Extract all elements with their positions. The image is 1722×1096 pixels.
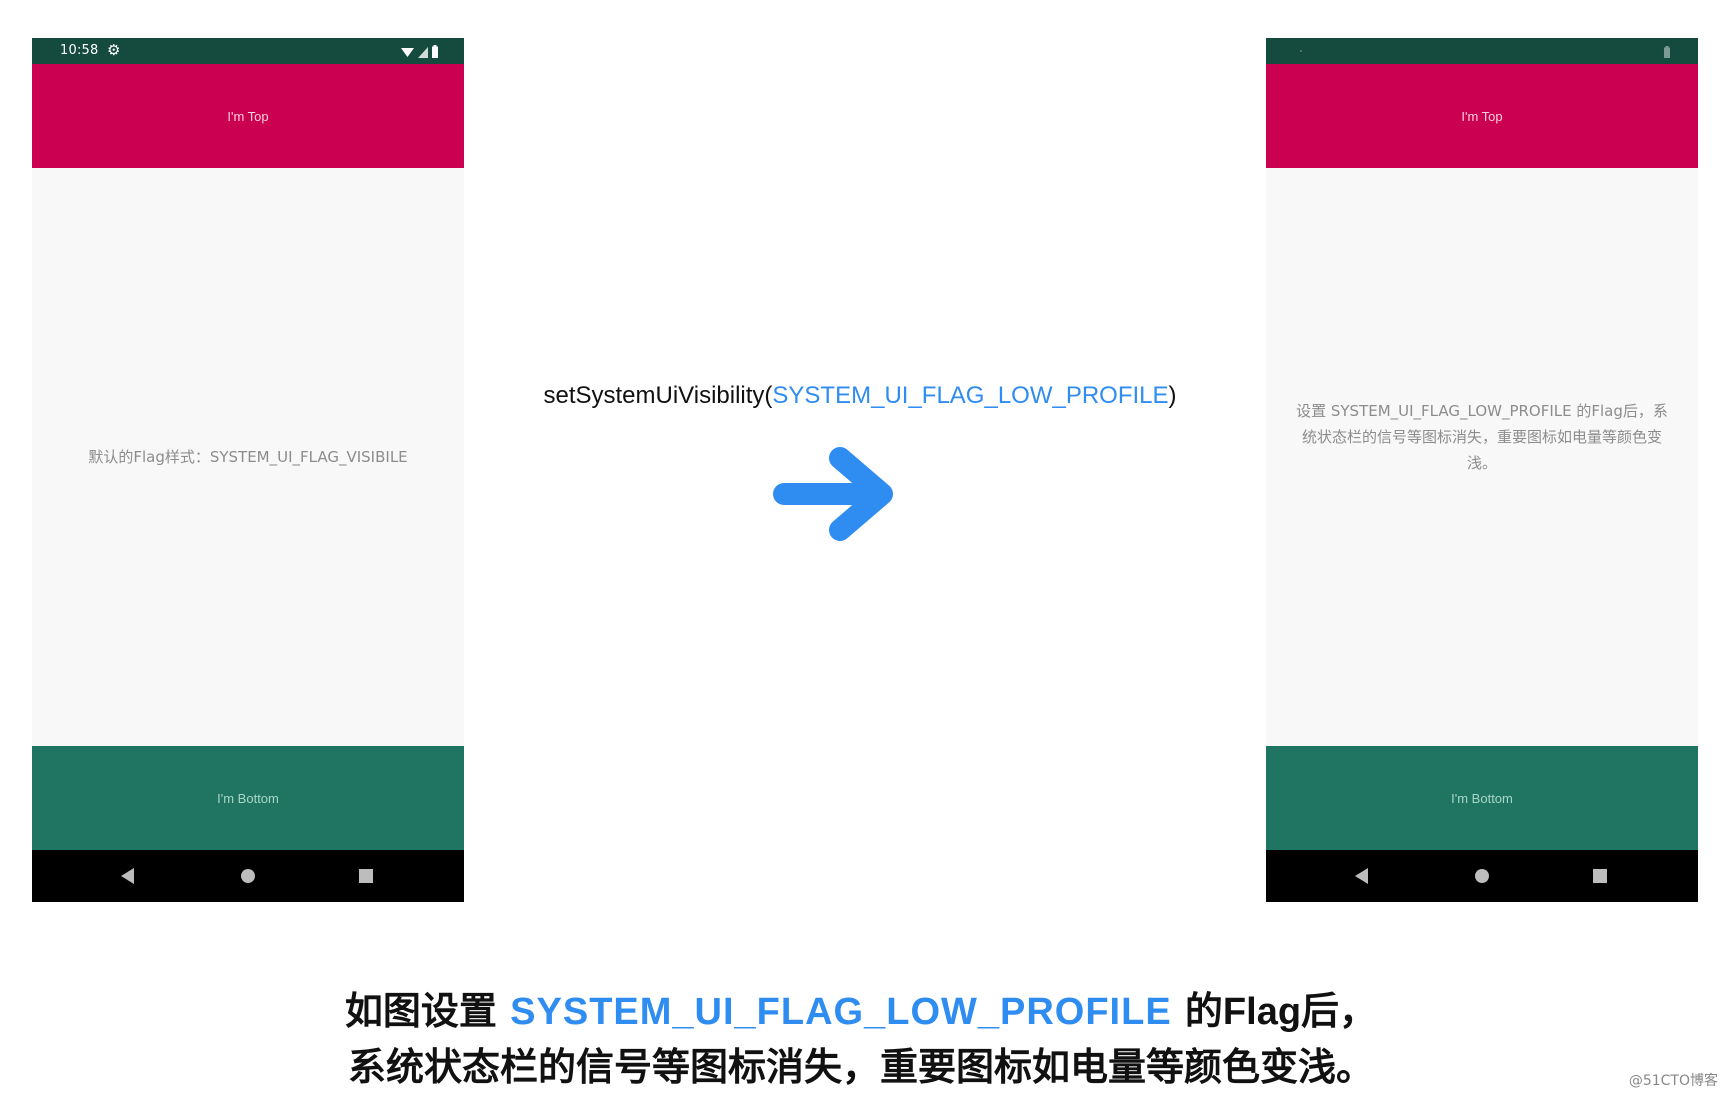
status-icons	[401, 44, 438, 58]
code-suffix: )	[1168, 382, 1177, 409]
caption-flag: SYSTEM_UI_FLAG_LOW_PROFILE	[510, 991, 1172, 1033]
home-circle-icon[interactable]	[228, 850, 268, 902]
caption-line-2: 系统状态栏的信号等图标消失，重要图标如电量等颜色变浅。	[347, 1045, 1374, 1089]
recents-square-icon[interactable]	[1580, 850, 1620, 902]
arrow-right-icon	[770, 442, 900, 550]
navigation-bar	[1266, 850, 1698, 902]
bottom-label: I'm Bottom	[1451, 790, 1513, 806]
navigation-bar	[32, 850, 464, 902]
battery-icon	[432, 45, 438, 58]
code-snippet: setSystemUiVisibility(SYSTEM_UI_FLAG_LOW…	[520, 382, 1200, 410]
back-triangle-icon[interactable]	[108, 850, 148, 902]
recents-square-icon[interactable]	[346, 850, 386, 902]
notification-dot	[1300, 50, 1302, 52]
wifi-icon	[401, 48, 414, 57]
status-time: 10:58	[60, 43, 99, 58]
phone-default: 10:58 ⚙ I'm Top 默认的Flag样式：SYSTEM_UI_FLAG…	[32, 38, 464, 902]
battery-icon	[1664, 46, 1670, 58]
code-flag: SYSTEM_UI_FLAG_LOW_PROFILE	[772, 382, 1169, 409]
content-area: 默认的Flag样式：SYSTEM_UI_FLAG_VISIBILE	[32, 168, 464, 746]
caption-text: 的	[1171, 989, 1223, 1033]
status-bar	[1266, 38, 1698, 64]
top-label: I'm Top	[1461, 108, 1503, 124]
home-circle-icon[interactable]	[1462, 850, 1502, 902]
gear-icon: ⚙	[107, 41, 121, 59]
caption-line-1: 如图设置 SYSTEM_UI_FLAG_LOW_PROFILE 的Flag后，	[0, 980, 1722, 1035]
code-prefix: setSystemUiVisibility(	[543, 382, 773, 409]
bottom-bar: I'm Bottom	[1266, 746, 1698, 850]
caption-text: Flag	[1222, 991, 1302, 1033]
bottom-label: I'm Bottom	[217, 790, 279, 806]
bottom-bar: I'm Bottom	[32, 746, 464, 850]
status-bar: 10:58 ⚙	[32, 38, 464, 64]
content-area: 设置 SYSTEM_UI_FLAG_LOW_PROFILE 的Flag后，系统状…	[1266, 168, 1698, 746]
flag-description: 默认的Flag样式：SYSTEM_UI_FLAG_VISIBILE	[88, 448, 408, 466]
top-bar: I'm Top	[32, 64, 464, 168]
signal-icon	[418, 47, 428, 58]
top-bar: I'm Top	[1266, 64, 1698, 168]
caption-text: 如图设置	[344, 989, 511, 1033]
watermark: @51CTO博客	[1628, 1073, 1718, 1089]
caption-text: 后，	[1301, 989, 1378, 1033]
phone-low-profile: I'm Top 设置 SYSTEM_UI_FLAG_LOW_PROFILE 的F…	[1266, 38, 1698, 902]
back-triangle-icon[interactable]	[1342, 850, 1382, 902]
flag-description: 设置 SYSTEM_UI_FLAG_LOW_PROFILE 的Flag后，系统状…	[1296, 402, 1668, 472]
top-label: I'm Top	[227, 108, 269, 124]
